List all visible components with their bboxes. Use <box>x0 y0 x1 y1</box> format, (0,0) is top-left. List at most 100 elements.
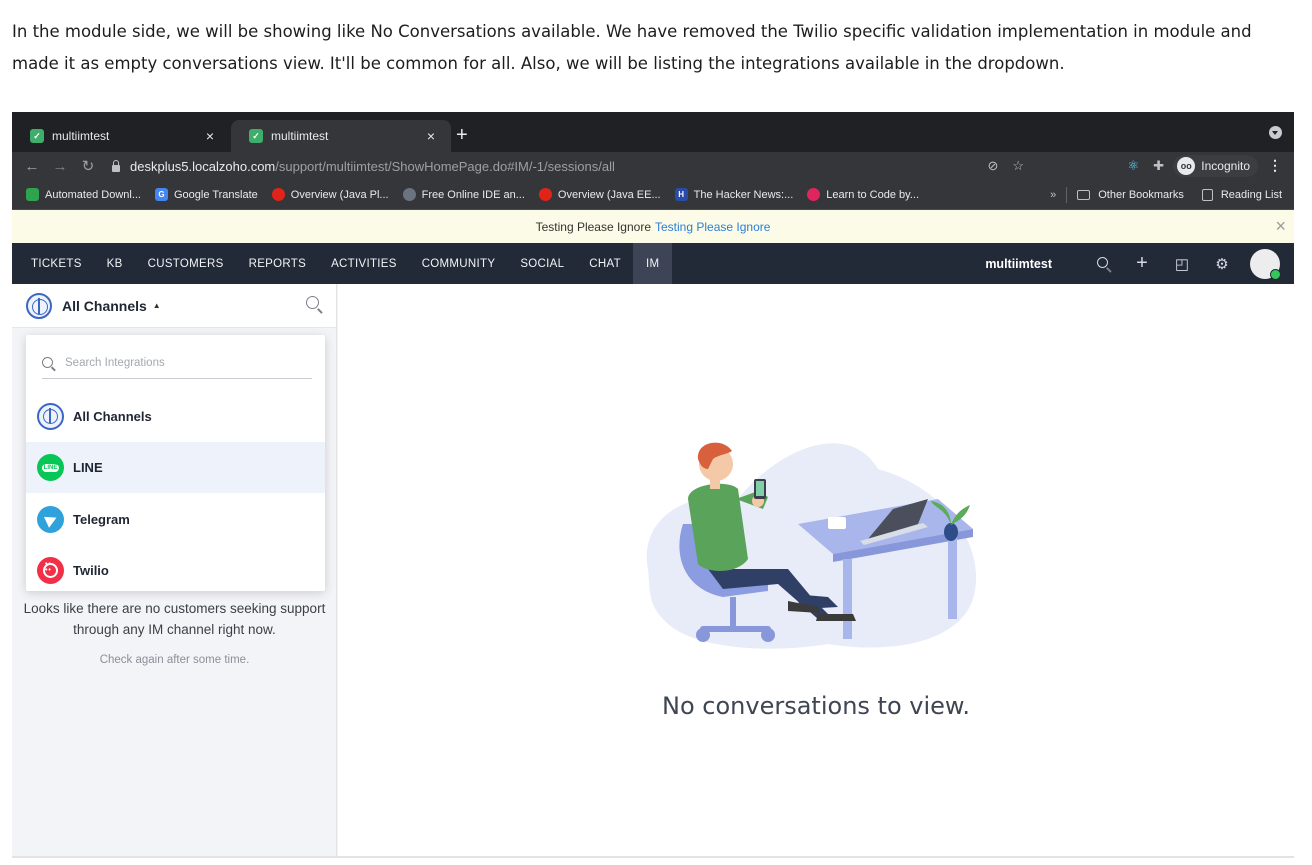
tab-close-icon[interactable]: × <box>423 128 439 144</box>
dropdown-item-twilio[interactable]: Twilio <box>26 545 325 596</box>
tab-im[interactable]: IM <box>633 243 672 284</box>
dropdown-item-label: Twilio <box>73 563 109 578</box>
globe-icon <box>26 292 52 319</box>
reading-list-icon <box>1201 189 1213 201</box>
tab-social[interactable]: SOCIAL <box>508 243 577 284</box>
tab-customers[interactable]: CUSTOMERS <box>135 243 236 284</box>
incognito-icon: oo <box>1177 157 1196 175</box>
bookmark-item[interactable]: G Google Translate <box>155 188 258 201</box>
reload-icon[interactable]: ↻ <box>74 157 102 175</box>
chevron-up-icon: ▲ <box>152 301 161 310</box>
bookmark-label: Overview (Java Pl... <box>290 188 389 201</box>
screenshot-frame: ✓ multiimtest × ✓ multiimtest × + ← → ↻ … <box>12 112 1294 858</box>
tab-search-icon[interactable] <box>1269 126 1282 139</box>
line-icon-text: LINE <box>41 463 60 472</box>
banner-link[interactable]: Testing Please Ignore <box>655 220 770 234</box>
bookmarks-bar: Automated Downl... G Google Translate Ove… <box>12 180 1294 210</box>
search-integrations-input[interactable] <box>65 356 295 369</box>
bookmark-star-icon[interactable]: ☆ <box>1012 158 1024 174</box>
settings-gear-icon[interactable]: ⚙ <box>1202 255 1242 273</box>
tab-title: multiimtest <box>271 129 329 143</box>
browser-toolbar: ← → ↻ deskplus5.localzoho.com /support/m… <box>12 152 1294 180</box>
zoho-desk-favicon-icon: ✓ <box>249 129 263 143</box>
lock-icon <box>112 159 120 172</box>
eye-off-icon[interactable]: ⊘ <box>987 158 998 174</box>
search-icon <box>42 357 53 368</box>
line-icon: LINE <box>37 454 64 481</box>
bookmark-label: Google Translate <box>174 188 258 201</box>
bookmark-label: Learn to Code by... <box>826 188 920 201</box>
incognito-badge[interactable]: oo Incognito <box>1173 155 1258 177</box>
dropdown-item-label: Telegram <box>73 512 130 527</box>
add-icon[interactable]: + <box>1122 252 1162 275</box>
search-icon[interactable] <box>306 296 322 312</box>
bookmark-label: Overview (Java EE... <box>557 188 661 201</box>
dropdown-item-all-channels[interactable]: All Channels <box>26 391 325 442</box>
dropdown-item-label: All Channels <box>73 409 152 424</box>
browser-tab[interactable]: ✓ multiimtest × <box>12 120 230 152</box>
bookmark-item[interactable]: Automated Downl... <box>26 188 141 201</box>
zoho-desk-favicon-icon: ✓ <box>30 129 44 143</box>
desk-top-navigation: TICKETS KB CUSTOMERS REPORTS ACTIVITIES … <box>12 243 1294 284</box>
test-banner: Testing Please Ignore Testing Please Ign… <box>12 210 1294 243</box>
incognito-label: Incognito <box>1201 159 1250 173</box>
bookmark-item[interactable]: Overview (Java EE... <box>538 188 661 201</box>
hacker-news-icon: H <box>674 188 688 201</box>
tab-activities[interactable]: ACTIVITIES <box>319 243 410 284</box>
bookmark-item[interactable]: H The Hacker News:... <box>674 188 794 201</box>
bookmarks-separator <box>1066 187 1068 203</box>
browser-menu-icon[interactable]: ⋮ <box>1268 157 1282 174</box>
banner-text: Testing Please Ignore <box>535 219 651 234</box>
search-integrations-field[interactable] <box>42 347 312 379</box>
tab-reports[interactable]: REPORTS <box>236 243 318 284</box>
empty-customers-hint: Check again after some time. <box>99 654 250 666</box>
folder-icon <box>1077 190 1091 200</box>
react-devtools-icon[interactable]: ⚛ <box>1127 158 1139 174</box>
ide-icon <box>402 188 416 201</box>
bookmark-item[interactable]: Learn to Code by... <box>807 188 919 201</box>
more-bookmarks-icon[interactable]: » <box>1050 189 1056 201</box>
banner-close-icon[interactable]: × <box>1275 216 1286 237</box>
tab-tickets[interactable]: TICKETS <box>12 243 94 284</box>
empty-customers-message: Looks like there are no customers seekin… <box>23 601 326 637</box>
dropdown-item-line[interactable]: LINE LINE <box>26 442 325 493</box>
back-icon[interactable]: ← <box>18 158 46 175</box>
channel-selector[interactable]: All Channels ▲ <box>12 284 336 328</box>
new-tab-button[interactable]: + <box>456 125 468 145</box>
conversation-area: No conversations to view. <box>338 284 1294 856</box>
oracle-icon <box>271 188 285 201</box>
telegram-icon <box>37 506 64 533</box>
twilio-icon <box>37 557 64 584</box>
tab-kb[interactable]: KB <box>94 243 135 284</box>
tab-community[interactable]: COMMUNITY <box>409 243 508 284</box>
url-host: deskplus5.localzoho.com <box>130 158 276 174</box>
browser-tab-active[interactable]: ✓ multiimtest × <box>231 120 451 152</box>
bookmark-item[interactable]: Free Online IDE an... <box>402 188 525 201</box>
empty-conversations-title: No conversations to view. <box>662 692 970 720</box>
bookmark-label: The Hacker News:... <box>693 188 794 201</box>
dropdown-item-telegram[interactable]: Telegram <box>26 494 325 545</box>
empty-state-illustration <box>646 442 977 649</box>
avatar[interactable] <box>1250 248 1281 280</box>
search-icon[interactable] <box>1082 255 1122 272</box>
oracle-icon <box>538 188 552 201</box>
globe-icon <box>37 403 64 430</box>
notifications-icon[interactable]: ◰ <box>1162 255 1202 273</box>
dropdown-item-label: LINE <box>73 460 103 475</box>
forward-icon[interactable]: → <box>46 158 74 175</box>
codecademy-icon <box>807 188 821 201</box>
tab-chat[interactable]: CHAT <box>577 243 634 284</box>
tab-close-icon[interactable]: × <box>202 128 218 144</box>
other-bookmarks[interactable]: Other Bookmarks <box>1098 189 1184 201</box>
channel-selector-label: All Channels <box>62 297 147 314</box>
bookmark-label: Free Online IDE an... <box>421 188 525 201</box>
reading-list[interactable]: Reading List <box>1221 189 1282 201</box>
integrations-dropdown: All Channels LINE LINE Telegram Twilio <box>26 335 325 591</box>
tab-title: multiimtest <box>52 129 110 143</box>
portal-name[interactable]: multiimtest <box>985 257 1052 271</box>
bookmark-item[interactable]: Overview (Java Pl... <box>271 188 389 201</box>
url-path: /support/multiimtest/ShowHomePage.do#IM/… <box>275 158 615 174</box>
bookmark-label: Automated Downl... <box>45 188 141 201</box>
extensions-puzzle-icon[interactable]: ✚ <box>1153 158 1164 174</box>
green-leaf-icon <box>26 188 39 201</box>
